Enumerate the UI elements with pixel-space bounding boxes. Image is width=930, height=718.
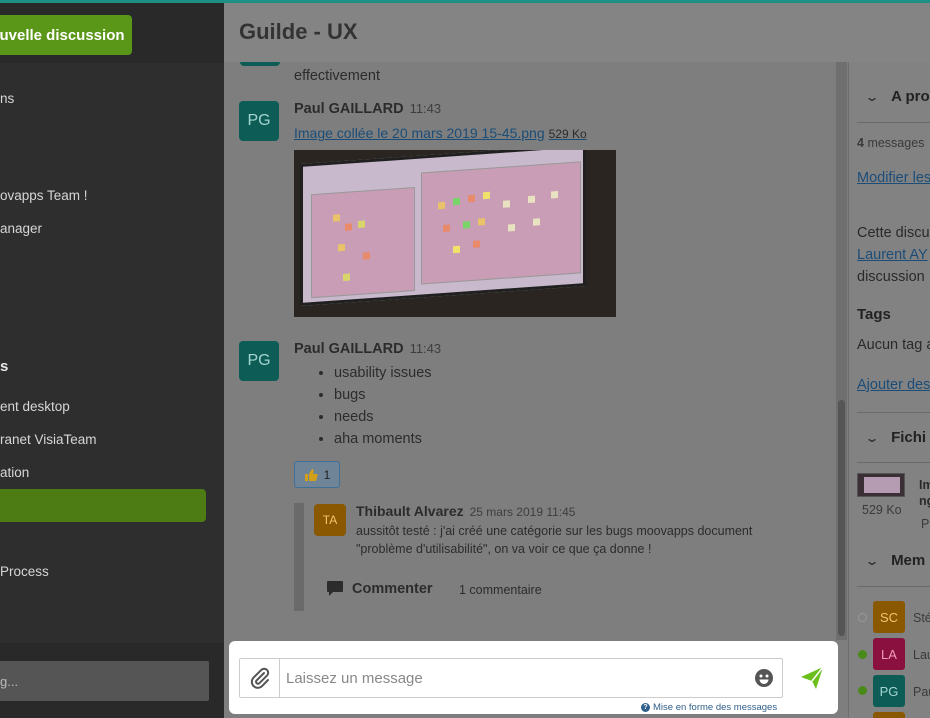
avatar[interactable]: LA (873, 638, 905, 670)
reaction-count: 1 (323, 467, 331, 482)
sidebar-item[interactable]: ent desktop (0, 399, 70, 414)
avatar[interactable]: PG (239, 341, 279, 381)
scrollbar-thumb[interactable] (838, 400, 845, 636)
format-hint-text[interactable]: Mise en forme des messages (653, 702, 777, 713)
image-preview[interactable] (294, 150, 616, 317)
discussion-header: Guilde - UX (224, 0, 930, 62)
format-help-link[interactable]: ? Mise en forme des messages (641, 702, 777, 713)
sidebar-item-active[interactable] (0, 489, 206, 522)
message-feed[interactable]: effectivement PG Paul GAILLARD 11:43 Imag… (224, 62, 840, 640)
message-input[interactable]: Laissez un message (280, 659, 746, 697)
sidebar-section-title: s (0, 358, 9, 375)
comment-text: aussitôt testé : j'ai créé une catégorie… (356, 524, 753, 556)
sidebar-search-input[interactable]: g... (0, 661, 209, 701)
message-author[interactable]: Paul GAILLARD 11:43 (294, 101, 441, 117)
smiley-icon (755, 669, 773, 687)
file-attachment-link[interactable]: Image collée le 20 mars 2019 15-45.png 52… (294, 125, 587, 141)
tags-empty-text: Aucun tag a (857, 337, 930, 353)
comment-date: 25 mars 2019 11:45 (469, 505, 576, 519)
message-count-label: messages (867, 136, 925, 150)
offline-status-icon (858, 613, 867, 622)
sidebar-item[interactable]: ation (0, 465, 29, 480)
thumbs-up-icon (304, 468, 318, 481)
send-icon (801, 666, 824, 689)
chevron-down-icon: ⌄ (864, 90, 880, 104)
list-item: needs (334, 406, 432, 428)
members-section-header[interactable]: ⌄ Mem (864, 552, 926, 569)
sidebar-item[interactable]: ovapps Team ! (0, 188, 88, 203)
sidebar-item[interactable]: Process (0, 564, 49, 579)
send-button[interactable] (799, 665, 825, 696)
member-name[interactable]: Lau (913, 648, 930, 662)
sidebar-item[interactable]: ns (0, 91, 14, 106)
like-reaction-button[interactable]: 1 (294, 461, 340, 488)
tags-title: Tags (857, 306, 891, 323)
author-name[interactable]: Thibault Alvarez (356, 503, 464, 519)
avatar[interactable]: PG (239, 101, 279, 141)
sidebar: uvelle discussion ns ovapps Team ! anage… (0, 0, 224, 718)
member-name[interactable]: Sté (913, 611, 930, 625)
author-name[interactable]: Paul GAILLARD (294, 101, 404, 117)
message-time: 11:43 (409, 341, 442, 356)
list-item: aha moments (334, 428, 432, 450)
message-input-wrapper: Laissez un message (239, 658, 783, 698)
member-name[interactable]: Pau (913, 685, 930, 699)
sidebar-item[interactable]: ranet VisiaTeam (0, 432, 97, 447)
files-title: Fichi (891, 429, 927, 446)
online-status-icon (858, 686, 867, 695)
details-panel: ⌄ A pro 4 messages Modifier les Cette dis… (848, 62, 930, 718)
files-section-header[interactable]: ⌄ Fichi (864, 429, 927, 446)
avatar[interactable]: TA (314, 504, 346, 536)
message-author[interactable]: Paul GAILLARD 11:43 (294, 341, 441, 357)
file-name[interactable]: Im (919, 478, 930, 492)
avatar[interactable]: PG (873, 675, 905, 707)
attach-button[interactable] (240, 659, 280, 697)
list-item: usability issues (334, 362, 432, 384)
message-time: 11:43 (409, 101, 442, 116)
paperclip-icon (250, 667, 269, 689)
comment-button[interactable]: Commenter (326, 580, 433, 597)
avatar (240, 62, 280, 66)
avatar[interactable] (873, 712, 905, 718)
description-text: Cette discu (857, 225, 930, 241)
file-size: 529 Ko (862, 503, 902, 517)
message-composer: Laissez un message ? Mise en forme des m… (229, 641, 838, 714)
comment-author[interactable]: Thibault Alvarez 25 mars 2019 11:45 (356, 503, 575, 519)
file-thumbnail[interactable] (857, 473, 905, 497)
help-icon: ? (641, 703, 650, 712)
comment-label[interactable]: Commenter (352, 581, 433, 597)
message-count: 4 messages (857, 136, 924, 150)
about-section-header[interactable]: ⌄ A pro (864, 88, 930, 105)
thread-indicator (294, 503, 304, 611)
file-name[interactable]: ng (919, 494, 930, 508)
about-title: A pro (891, 88, 930, 105)
page-title: Guilde - UX (239, 19, 358, 44)
chevron-down-icon: ⌄ (864, 431, 880, 445)
chevron-down-icon: ⌄ (864, 554, 880, 568)
description-text: discussion (857, 269, 925, 285)
projector-screen-image (300, 150, 586, 306)
avatar[interactable]: SC (873, 601, 905, 633)
comment-count[interactable]: 1 commentaire (459, 583, 542, 597)
new-discussion-button[interactable]: uvelle discussion (0, 15, 132, 55)
file-size: 529 Ko (548, 127, 587, 141)
author-name[interactable]: Paul GAILLARD (294, 341, 404, 357)
list-item: bugs (334, 384, 432, 406)
add-tags-link[interactable]: Ajouter des (857, 377, 930, 393)
online-status-icon (858, 650, 867, 659)
speech-bubble-icon (327, 581, 343, 596)
modify-link[interactable]: Modifier les (857, 170, 930, 186)
sidebar-item[interactable]: anager (0, 221, 42, 236)
emoji-button[interactable] (746, 659, 782, 697)
members-title: Mem (891, 552, 926, 569)
message-text: effectivement (294, 68, 380, 84)
message-count-number: 4 (857, 136, 864, 150)
owner-link[interactable]: Laurent AY (857, 247, 928, 263)
file-name[interactable]: Image collée le 20 mars 2019 15-45.png (294, 125, 545, 141)
bullet-list: usability issues bugs needs aha moments (334, 362, 432, 450)
file-author: Pa (921, 517, 930, 531)
